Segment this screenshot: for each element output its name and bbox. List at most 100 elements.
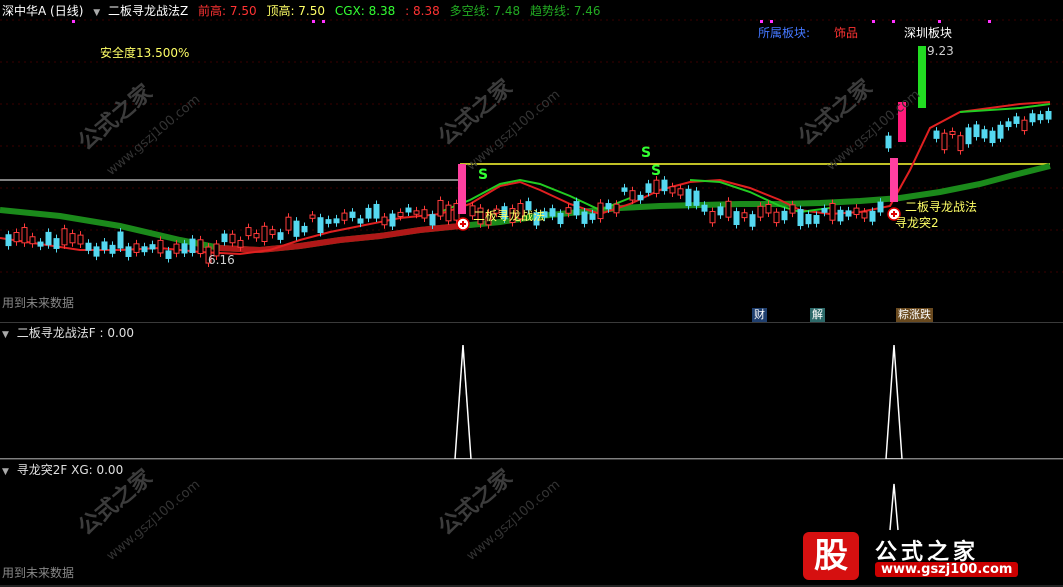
- candle-body: [589, 213, 596, 220]
- collapse-triangle-icon[interactable]: ▼: [2, 330, 9, 340]
- candle-body: [1021, 119, 1028, 132]
- candle-body: [605, 203, 612, 210]
- candle-body: [93, 246, 100, 257]
- candle-body: [621, 187, 628, 192]
- candle-body: [789, 204, 796, 214]
- candle-body: [133, 243, 140, 253]
- candle-body: [53, 238, 60, 249]
- candle-body: [997, 124, 1004, 139]
- signal-bar: [898, 102, 906, 142]
- candle-body: [373, 203, 380, 219]
- candle-body: [437, 199, 444, 217]
- indicator-2-title[interactable]: 寻龙突2F XG: 0.00: [17, 463, 123, 477]
- marker-dot: [892, 20, 895, 23]
- candle-body: [661, 179, 668, 192]
- spike: [454, 344, 472, 460]
- candle-body: [637, 194, 644, 201]
- candle-body: [5, 234, 12, 247]
- candle-body: [837, 209, 844, 222]
- sector-jewelry[interactable]: 饰品: [834, 26, 858, 40]
- candle-body: [429, 214, 436, 226]
- candle-body: [317, 217, 324, 234]
- signal-label-1: 二板寻龙战法: [473, 209, 546, 223]
- marker-dot: [760, 20, 763, 23]
- candle-body: [245, 227, 252, 237]
- indicator-value-4: 多空线: 7.48: [449, 4, 521, 18]
- candle-body: [397, 211, 404, 218]
- marker-dot: [312, 20, 315, 23]
- indicator-panel-1[interactable]: ▼ 二板寻龙战法F : 0.00: [0, 322, 1063, 460]
- indicator-1-chart[interactable]: [0, 323, 1063, 460]
- candle-body: [69, 233, 76, 244]
- candle-body: [221, 233, 228, 243]
- indicator-value-5: 趋势线: 7.46: [529, 4, 601, 18]
- tag-combo[interactable]: 粽涨跌: [896, 308, 933, 322]
- candle-body: [973, 124, 980, 138]
- candle-body: [1037, 114, 1044, 121]
- candle-body: [157, 239, 164, 254]
- candle-body: [1005, 121, 1012, 128]
- marker-dot: [72, 20, 75, 23]
- candle-body: [557, 212, 564, 225]
- candle-body: [413, 210, 420, 215]
- candle-body: [165, 250, 172, 259]
- marker-dot: [938, 20, 941, 23]
- candle-body: [797, 209, 804, 227]
- candle-body: [181, 243, 188, 254]
- candle-body: [381, 216, 388, 226]
- marker-dot: [988, 20, 991, 23]
- candle-body: [949, 130, 956, 136]
- candle-body: [957, 135, 964, 152]
- candle-body: [357, 218, 364, 224]
- indicator-1-title[interactable]: 二板寻龙战法F : 0.00: [17, 326, 134, 340]
- indicator-value-1: 顶高: 7.50: [266, 4, 326, 18]
- candle-body: [677, 188, 684, 196]
- candle-body: [741, 212, 748, 219]
- candle-body: [365, 207, 372, 219]
- candle-body: [693, 190, 700, 206]
- sector-shenzhen[interactable]: 深圳板块: [904, 26, 952, 40]
- collapse-triangle-icon[interactable]: ▼: [93, 8, 100, 18]
- site-logo[interactable]: 股 公式之家 www.gszj100.com: [803, 532, 1043, 584]
- candle-body: [717, 206, 724, 216]
- candle-body: [341, 212, 348, 221]
- tag-jie[interactable]: 解: [810, 308, 825, 322]
- candle-body: [253, 233, 260, 239]
- collapse-triangle-icon[interactable]: ▼: [2, 467, 9, 477]
- candle-body: [877, 201, 884, 213]
- sector-label[interactable]: 所属板块:: [758, 26, 810, 40]
- candle-body: [773, 211, 780, 224]
- indicator-2-header: ▼ 寻龙突2F XG: 0.00: [2, 462, 129, 478]
- candle-body: [325, 219, 332, 224]
- candle-body: [669, 186, 676, 194]
- candle-body: [765, 204, 772, 214]
- indicator-name[interactable]: 二板寻龙战法Z: [108, 4, 188, 18]
- signal-s-1: S: [478, 167, 489, 183]
- candle-body: [333, 218, 340, 224]
- candle-body: [229, 233, 236, 244]
- candle-body: [45, 231, 52, 246]
- candle-body: [149, 244, 156, 250]
- signal-label-3: 寻龙突2: [895, 216, 939, 230]
- candle-body: [933, 130, 940, 139]
- candle-body: [293, 220, 300, 237]
- candle-body: [549, 208, 556, 217]
- candle-body: [749, 214, 756, 227]
- candle-body: [141, 246, 148, 253]
- candle-body: [685, 188, 692, 207]
- candle-body: [645, 183, 652, 193]
- indicator-value-3: : 8.38: [405, 4, 440, 18]
- candle-body: [613, 203, 620, 214]
- indicator-value-0: 前高: 7.50: [198, 4, 257, 18]
- main-chart-panel[interactable]: 深中华A (日线) ▼ 二板寻龙战法Z 前高: 7.50 顶高: 7.50 CG…: [0, 0, 1063, 322]
- candle-body: [261, 225, 268, 242]
- candle-body: [733, 211, 740, 226]
- main-header: 深中华A (日线) ▼ 二板寻龙战法Z 前高: 7.50 顶高: 7.50 CG…: [2, 3, 607, 19]
- candle-body: [37, 241, 44, 247]
- marker-dot: [872, 20, 875, 23]
- stock-name[interactable]: 深中华A (日线): [2, 4, 83, 18]
- future-data-note-2: 用到未来数据: [2, 566, 75, 580]
- candle-body: [117, 231, 124, 249]
- tag-cai[interactable]: 财: [752, 308, 767, 322]
- low-price-label: 6.16: [208, 253, 235, 267]
